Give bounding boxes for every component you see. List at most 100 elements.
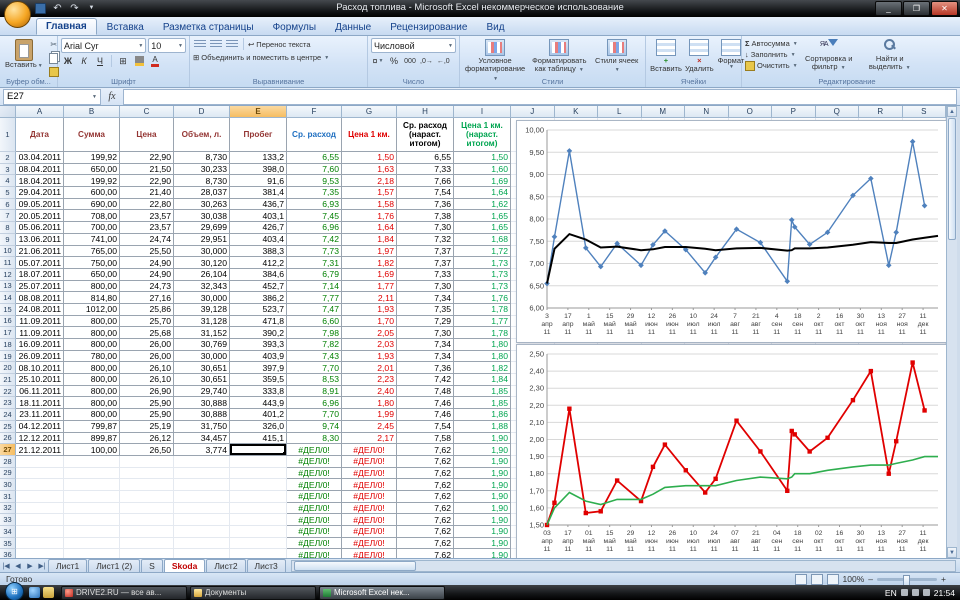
cell-B5[interactable]: 600,00 xyxy=(64,187,120,199)
zoom-out-icon[interactable]: – xyxy=(868,574,873,584)
cell-F4[interactable]: 9,53 xyxy=(287,175,342,188)
sheet-tab-Skoda[interactable]: Skoda xyxy=(163,558,206,573)
cell-G16[interactable]: 1,70 xyxy=(342,315,397,328)
number-format-select[interactable]: Числовой ▼ xyxy=(371,38,456,53)
cell-F14[interactable]: 7,77 xyxy=(287,292,342,304)
wrap-text-button[interactable]: ↩ Перенос текста xyxy=(248,39,311,50)
row-header-2[interactable]: 2 xyxy=(0,152,16,164)
row-header-1[interactable]: 1 xyxy=(0,118,16,152)
cell-F17[interactable]: 7,98 xyxy=(287,327,342,339)
cell-B20[interactable]: 800,00 xyxy=(64,362,120,375)
delete-cells-button[interactable]: × Удалить xyxy=(683,38,716,75)
cell-C24[interactable]: 25,90 xyxy=(120,409,174,421)
cell-A8[interactable]: 05.06.2011 xyxy=(16,222,64,234)
row-header-4[interactable]: 4 xyxy=(0,175,16,188)
cell-I27[interactable]: 1,90 xyxy=(454,444,511,456)
cell-B3[interactable]: 650,00 xyxy=(64,163,120,176)
cell-F19[interactable]: 7,43 xyxy=(287,350,342,363)
cell-E35[interactable] xyxy=(230,537,287,550)
cell-H4[interactable]: 7,66 xyxy=(397,175,454,188)
cell-C29[interactable] xyxy=(120,467,174,480)
cell-G20[interactable]: 2,01 xyxy=(342,362,397,375)
cell-F8[interactable]: 6,96 xyxy=(287,222,342,234)
cell-I32[interactable]: 1,90 xyxy=(454,502,511,515)
row-header-32[interactable]: 32 xyxy=(0,502,16,515)
cell-E2[interactable]: 133,2 xyxy=(230,152,287,164)
cell-C31[interactable] xyxy=(120,490,174,503)
cell-H29[interactable]: 7,62 xyxy=(397,467,454,480)
cell-H6[interactable]: 7,36 xyxy=(397,198,454,211)
cell-E8[interactable]: 426,7 xyxy=(230,222,287,234)
first-sheet-icon[interactable]: |◀ xyxy=(0,562,12,570)
cell-A3[interactable]: 08.04.2011 xyxy=(16,163,64,176)
cell-E7[interactable]: 403,1 xyxy=(230,210,287,223)
cell-C19[interactable]: 26,00 xyxy=(120,350,174,363)
cell-I28[interactable]: 1,90 xyxy=(454,455,511,468)
cell-G12[interactable]: 1,69 xyxy=(342,268,397,281)
quick-launch-folder-icon[interactable] xyxy=(43,587,54,598)
cell-H8[interactable]: 7,30 xyxy=(397,222,454,234)
tray-battery-icon[interactable] xyxy=(922,589,930,596)
cell-A25[interactable]: 04.12.2011 xyxy=(16,420,64,433)
cell-D22[interactable]: 29,740 xyxy=(174,385,230,398)
cell-D5[interactable]: 28,037 xyxy=(174,187,230,199)
cell-G4[interactable]: 2,18 xyxy=(342,175,397,188)
cell-E27[interactable] xyxy=(230,444,287,456)
cell-A5[interactable]: 29.04.2011 xyxy=(16,187,64,199)
cell-F27[interactable]: #ДЕЛ/0! xyxy=(287,444,342,456)
cell-F25[interactable]: 9,74 xyxy=(287,420,342,433)
cell-B14[interactable]: 814,80 xyxy=(64,292,120,304)
cell-D25[interactable]: 31,750 xyxy=(174,420,230,433)
cell-C3[interactable]: 21,50 xyxy=(120,163,174,176)
row-header-13[interactable]: 13 xyxy=(0,280,16,293)
cell-C6[interactable]: 22,80 xyxy=(120,198,174,211)
header-cell-B1[interactable]: Сумма xyxy=(64,118,120,152)
taskbar-button[interactable]: Документы xyxy=(190,585,316,600)
cell-I2[interactable]: 1,50 xyxy=(454,152,511,164)
cell-E22[interactable]: 333,8 xyxy=(230,385,287,398)
cell-C21[interactable]: 26,10 xyxy=(120,374,174,386)
cell-E26[interactable]: 415,1 xyxy=(230,432,287,445)
currency-format-icon[interactable]: ¤ ▼ xyxy=(371,55,385,67)
row-header-8[interactable]: 8 xyxy=(0,222,16,234)
cell-G30[interactable]: #ДЕЛ/0! xyxy=(342,479,397,491)
ribbon-tab-Главная[interactable]: Главная xyxy=(36,18,97,35)
fill-button[interactable]: ↓ Заполнить ▼ xyxy=(745,49,798,60)
cell-I19[interactable]: 1,80 xyxy=(454,350,511,363)
cell-H24[interactable]: 7,46 xyxy=(397,409,454,421)
cell-D7[interactable]: 30,038 xyxy=(174,210,230,223)
cell-B19[interactable]: 780,00 xyxy=(64,350,120,363)
cell-A33[interactable] xyxy=(16,514,64,526)
cell-E20[interactable]: 397,9 xyxy=(230,362,287,375)
taskbar-button[interactable]: Microsoft Excel нек... xyxy=(319,585,445,600)
cell-G22[interactable]: 2,40 xyxy=(342,385,397,398)
italic-button[interactable]: К xyxy=(77,55,91,67)
cell-G11[interactable]: 1,82 xyxy=(342,257,397,269)
row-header-28[interactable]: 28 xyxy=(0,455,16,468)
cell-H33[interactable]: 7,62 xyxy=(397,514,454,526)
column-header-F[interactable]: F xyxy=(287,106,342,118)
underline-button[interactable]: Ч xyxy=(93,55,107,67)
cell-B34[interactable] xyxy=(64,526,120,538)
cell-B11[interactable]: 750,00 xyxy=(64,257,120,269)
cell-F12[interactable]: 6,79 xyxy=(287,268,342,281)
cell-C9[interactable]: 24,74 xyxy=(120,233,174,246)
cell-A27[interactable]: 21.12.2011 xyxy=(16,444,64,456)
cell-D17[interactable]: 31,152 xyxy=(174,327,230,339)
cell-I14[interactable]: 1,76 xyxy=(454,292,511,304)
cell-G35[interactable]: #ДЕЛ/0! xyxy=(342,537,397,550)
cell-G26[interactable]: 2,17 xyxy=(342,432,397,445)
borders-button[interactable]: ⊞ xyxy=(116,55,130,67)
row-header-36[interactable]: 36 xyxy=(0,549,16,558)
cell-G5[interactable]: 1,57 xyxy=(342,187,397,199)
cell-C5[interactable]: 21,40 xyxy=(120,187,174,199)
column-header-N[interactable]: N xyxy=(685,106,729,118)
cell-I20[interactable]: 1,82 xyxy=(454,362,511,375)
cell-A17[interactable]: 11.09.2011 xyxy=(16,327,64,339)
horizontal-scrollbar[interactable] xyxy=(290,559,956,572)
cell-G32[interactable]: #ДЕЛ/0! xyxy=(342,502,397,515)
cell-E33[interactable] xyxy=(230,514,287,526)
cell-I24[interactable]: 1,86 xyxy=(454,409,511,421)
cell-C8[interactable]: 23,57 xyxy=(120,222,174,234)
cell-H2[interactable]: 6,55 xyxy=(397,152,454,164)
